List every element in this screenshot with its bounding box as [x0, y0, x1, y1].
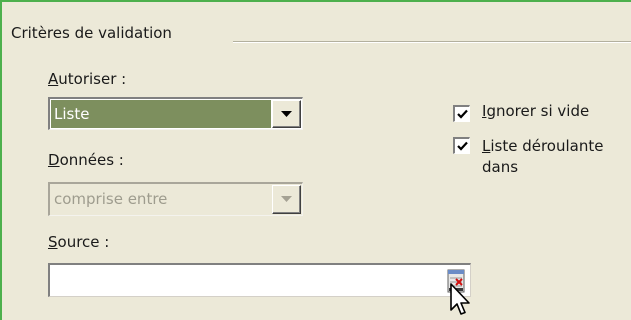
ignore-blank-checkbox[interactable]: [453, 105, 470, 122]
source-accelerator: S: [48, 233, 58, 251]
donnees-dropdown[interactable]: comprise entre: [48, 182, 303, 216]
checkmark-icon: [457, 109, 468, 119]
dropdown-in-cell-label[interactable]: Liste déroulante dans: [482, 136, 603, 178]
dropdown-in-cell-label-text: iste déroulante: [490, 137, 604, 155]
donnees-label: Données :: [48, 151, 124, 169]
ignore-blank-label[interactable]: Ignorer si vide: [482, 102, 589, 120]
source-label: Source :: [48, 233, 109, 251]
source-label-text: ource :: [57, 233, 110, 251]
donnees-label-text: onnées :: [59, 151, 124, 169]
donnees-value: comprise entre: [54, 190, 168, 208]
mouse-pointer-icon: [450, 283, 470, 315]
autoriser-dropdown[interactable]: Liste: [48, 97, 303, 130]
chevron-down-icon: [281, 196, 292, 202]
source-field[interactable]: [48, 263, 471, 297]
donnees-dropdown-button[interactable]: [272, 185, 301, 214]
ignore-blank-label-text: gnorer si vide: [486, 102, 590, 120]
dropdown-in-cell-label-line2: dans: [482, 158, 519, 176]
autoriser-label-text: utoriser :: [58, 70, 127, 88]
checkmark-icon: [457, 141, 468, 151]
autoriser-label: Autoriser :: [48, 70, 126, 88]
autoriser-accelerator: A: [48, 70, 59, 88]
group-divider: [233, 41, 631, 43]
autoriser-dropdown-button[interactable]: [272, 100, 301, 128]
dropdown-in-cell-checkbox[interactable]: [453, 137, 470, 154]
chevron-down-icon: [281, 111, 292, 117]
autoriser-value: Liste: [51, 100, 271, 128]
group-title: Critères de validation: [11, 24, 172, 42]
donnees-accelerator: D: [48, 151, 60, 169]
